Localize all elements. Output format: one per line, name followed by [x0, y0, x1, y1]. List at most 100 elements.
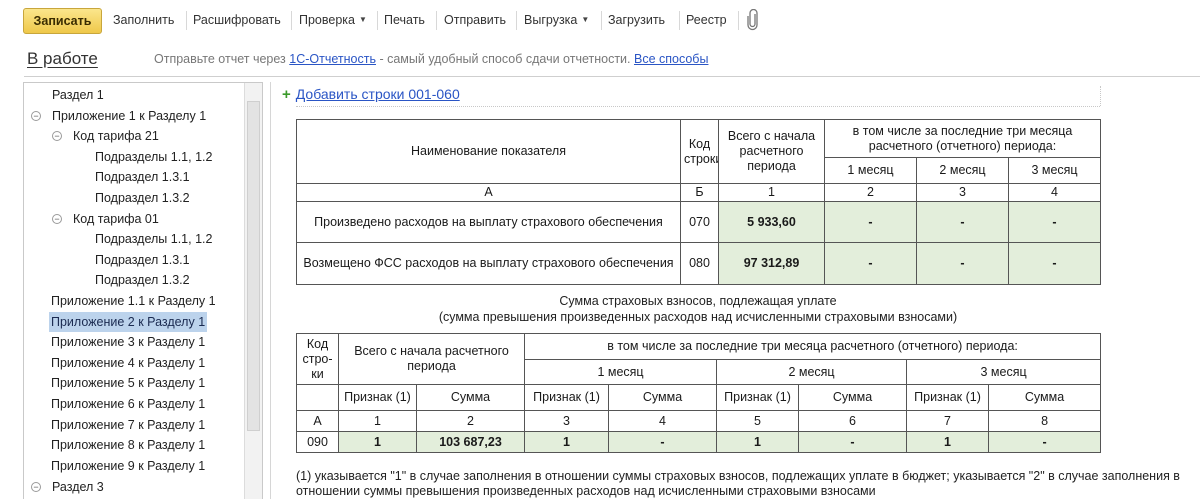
- tree-item[interactable]: Раздел 3: [52, 477, 104, 497]
- col-header-sum: Сумма: [608, 384, 718, 411]
- col-header-sign: Признак (1): [716, 384, 800, 411]
- tree-item[interactable]: Раздел 1: [52, 85, 104, 105]
- status-msg-after: - самый удобный способ сдачи отчетности.: [375, 52, 634, 66]
- tree-item[interactable]: Подразделы 1.1, 1.2: [95, 229, 212, 249]
- toolbar-separator: [601, 11, 602, 30]
- toolbar-separator: [516, 11, 517, 30]
- pane-divider[interactable]: [270, 82, 271, 499]
- footnote: (1) указывается "1" в случае заполнения …: [296, 469, 1180, 498]
- total-cell[interactable]: 97 312,89: [718, 242, 825, 285]
- month-1-cell[interactable]: -: [824, 201, 917, 243]
- scrollbar-thumb[interactable]: [247, 101, 260, 431]
- tree-item[interactable]: Подраздел 1.3.1: [95, 250, 190, 270]
- col-header-month-3: 3 месяц: [1007, 157, 1102, 184]
- tree-item[interactable]: Приложение 3 к Разделу 1: [51, 332, 205, 352]
- month-1-sign-cell[interactable]: 1: [524, 431, 610, 453]
- month-1-sum-cell[interactable]: -: [608, 431, 718, 453]
- collapse-toggle-icon[interactable]: −: [31, 482, 41, 492]
- tree-item[interactable]: Приложение 5 к Разделу 1: [51, 373, 205, 393]
- month-2-cell[interactable]: -: [916, 242, 1009, 285]
- tree-scrollbar[interactable]: [244, 83, 262, 499]
- collapse-toggle-icon[interactable]: −: [52, 214, 62, 224]
- add-rows-label: Добавить строки 001-060: [295, 86, 460, 102]
- fill-button[interactable]: Заполнить: [113, 13, 174, 27]
- tree-item[interactable]: Приложение 1 к Разделу 1: [52, 106, 206, 126]
- total-sum-cell[interactable]: 103 687,23: [415, 431, 526, 453]
- tree-item[interactable]: Приложение 7 к Разделу 1: [51, 415, 205, 435]
- col-number: 8: [988, 410, 1102, 432]
- 1c-reporting-link[interactable]: 1С-Отчетность: [289, 52, 376, 66]
- table-row: 090 1 103 687,23 1 - 1 - 1 -: [296, 431, 1102, 453]
- tree-item[interactable]: Подраздел 1.3.1: [95, 167, 190, 187]
- toolbar-separator: [377, 11, 378, 30]
- month-2-sum-cell[interactable]: -: [798, 431, 908, 453]
- decode-button[interactable]: Расшифровать: [193, 13, 281, 27]
- col-number: 6: [798, 410, 908, 432]
- col-number: 1: [718, 183, 825, 202]
- col-number: 4: [608, 410, 718, 432]
- row-name: Возмещено ФСС расходов на выплату страхо…: [296, 242, 681, 285]
- export-label: Выгрузка: [524, 13, 578, 27]
- status-title[interactable]: В работе: [27, 49, 98, 69]
- export-menu-button[interactable]: Выгрузка ▼: [524, 13, 589, 27]
- tree-item[interactable]: Приложение 4 к Разделу 1: [51, 353, 205, 373]
- tree-item[interactable]: Подраздел 1.3.2: [95, 270, 190, 290]
- row-code: 090: [296, 431, 339, 453]
- col-header-code-continued: [296, 384, 339, 411]
- row-name: Произведено расходов на выплату страхово…: [296, 201, 681, 243]
- status-message: Отправьте отчет через 1С-Отчетность - са…: [154, 52, 708, 66]
- col-header-total: Всего с начала расчетного периода: [718, 119, 825, 184]
- tree-item[interactable]: Код тарифа 21: [73, 126, 159, 146]
- col-number: 3: [916, 183, 1009, 202]
- load-button[interactable]: Загрузить: [608, 13, 665, 27]
- col-header-sum: Сумма: [415, 384, 526, 411]
- divider: [24, 76, 1200, 77]
- contributions-table: Код стро-ки Всего с начала расчетного пе…: [296, 333, 1102, 453]
- collapse-toggle-icon[interactable]: −: [52, 131, 62, 141]
- all-ways-link[interactable]: Все способы: [634, 52, 708, 66]
- col-header-code: Код строки: [680, 119, 719, 184]
- check-menu-button[interactable]: Проверка ▼: [299, 13, 367, 27]
- table-row: Произведено расходов на выплату страхово…: [296, 201, 1102, 243]
- month-2-cell[interactable]: -: [916, 201, 1009, 243]
- total-sign-cell[interactable]: 1: [338, 431, 417, 453]
- check-label: Проверка: [299, 13, 355, 27]
- add-rows-link[interactable]: + Добавить строки 001-060: [282, 86, 460, 103]
- col-header-sum: Сумма: [988, 384, 1102, 411]
- sections-tree[interactable]: Раздел 1 − Приложение 1 к Разделу 1 − Код та…: [23, 82, 263, 499]
- total-cell[interactable]: 5 933,60: [718, 201, 825, 243]
- tree-item[interactable]: Подраздел 1.3.2: [95, 188, 190, 208]
- month-3-sign-cell[interactable]: 1: [906, 431, 990, 453]
- tree-item[interactable]: Приложение 1.1 к Разделу 1: [51, 291, 216, 311]
- col-header-month-1: 1 месяц: [524, 359, 718, 385]
- toolbar: Записать Заполнить Расшифровать Проверка…: [0, 0, 1200, 42]
- col-header-sum: Сумма: [798, 384, 908, 411]
- col-header-sign: Признак (1): [906, 384, 990, 411]
- toolbar-separator: [738, 11, 739, 30]
- tree-item[interactable]: Подразделы 1.1, 1.2: [95, 147, 212, 167]
- tree-item[interactable]: Код тарифа 01: [73, 209, 159, 229]
- divider: [296, 106, 1100, 107]
- save-button[interactable]: Записать: [23, 8, 102, 34]
- registry-button[interactable]: Реестр: [686, 13, 727, 27]
- month-3-sum-cell[interactable]: -: [988, 431, 1102, 453]
- table-row: Возмещено ФСС расходов на выплату страхо…: [296, 242, 1102, 285]
- col-header-total: Всего с начала расчетного периода: [337, 333, 526, 385]
- col-header-month-2: 2 месяц: [916, 157, 1009, 184]
- col-header-sign: Признак (1): [524, 384, 610, 411]
- col-number: 1: [338, 410, 417, 432]
- tree-item[interactable]: Приложение 6 к Разделу 1: [51, 394, 205, 414]
- tree-item[interactable]: Приложение 2 к Разделу 1: [49, 312, 208, 332]
- collapse-toggle-icon[interactable]: −: [31, 111, 41, 121]
- month-2-sign-cell[interactable]: 1: [716, 431, 800, 453]
- tree-item[interactable]: Приложение 8 к Разделу 1: [51, 435, 205, 455]
- month-3-cell[interactable]: -: [1007, 242, 1102, 285]
- month-1-cell[interactable]: -: [824, 242, 917, 285]
- send-button[interactable]: Отправить: [444, 13, 506, 27]
- col-number: А: [296, 410, 339, 432]
- month-3-cell[interactable]: -: [1007, 201, 1102, 243]
- print-button[interactable]: Печать: [384, 13, 425, 27]
- chevron-down-icon: ▼: [581, 15, 590, 24]
- paperclip-icon[interactable]: [746, 9, 760, 31]
- tree-item[interactable]: Приложение 9 к Разделу 1: [51, 456, 205, 476]
